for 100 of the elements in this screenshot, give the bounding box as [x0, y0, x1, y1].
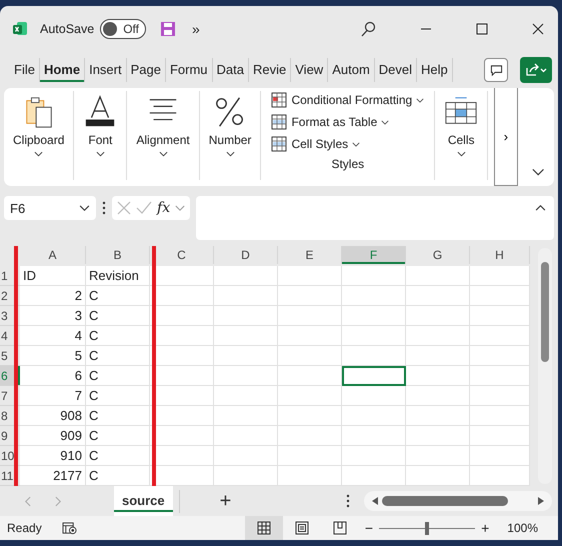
table-cell: [470, 406, 530, 426]
table-cell: [150, 366, 214, 386]
ribbon-tab[interactable]: Insert: [85, 58, 127, 82]
sheet-tab[interactable]: source: [114, 486, 173, 516]
formula-input[interactable]: [196, 196, 554, 240]
chevron-down-icon[interactable]: [175, 204, 186, 212]
table-cell: [342, 406, 406, 426]
close-icon[interactable]: [532, 23, 544, 35]
horizontal-scrollbar[interactable]: [364, 491, 552, 511]
scroll-right-icon[interactable]: [538, 497, 544, 505]
table-cell: [406, 466, 470, 486]
cells-button[interactable]: Cells: [438, 95, 484, 176]
normal-view-button[interactable]: [244, 516, 283, 540]
table-cell: [342, 426, 406, 446]
zoom-level[interactable]: 100%: [507, 521, 538, 535]
name-box[interactable]: F6: [4, 196, 96, 220]
table-cell: [214, 446, 278, 466]
ribbon-group-button[interactable]: Alignment: [130, 95, 196, 176]
autosave-toggle[interactable]: Off: [100, 19, 146, 39]
style-menu-button[interactable]: Cell Styles: [269, 135, 362, 153]
table-grid-icon: [271, 136, 288, 152]
ribbon-tab[interactable]: Revie: [249, 58, 292, 82]
table-cell: ID: [20, 266, 86, 286]
table-cell: [150, 386, 214, 406]
page-icon: [294, 521, 309, 535]
ribbon-tab[interactable]: Help: [417, 58, 453, 82]
accessibility-icon[interactable]: [62, 522, 77, 534]
collapse-icon[interactable]: [535, 204, 546, 211]
insert-function-button[interactable]: fx: [157, 200, 170, 216]
table-cell: [214, 326, 278, 346]
chevron-down-icon: [352, 142, 360, 146]
overflow-button[interactable]: »: [192, 21, 200, 37]
table-cell: [278, 386, 342, 406]
table-cell: C: [86, 466, 150, 486]
table-cell: [470, 386, 530, 406]
ribbon-tab[interactable]: Home: [40, 58, 86, 82]
maximize-icon[interactable]: [476, 23, 488, 35]
table-cell: 910: [20, 446, 86, 466]
table-cell: [214, 406, 278, 426]
table-cell: [214, 266, 278, 286]
style-menu-button[interactable]: Format as Table: [269, 113, 392, 131]
autosave-label: AutoSave: [40, 22, 94, 36]
ribbon-tab[interactable]: Data: [212, 58, 249, 82]
more-groups-button[interactable]: ›: [494, 88, 518, 186]
ribbon-group-button[interactable]: Number: [202, 95, 258, 176]
table-cell: [278, 426, 342, 446]
table-cell: 7: [20, 386, 86, 406]
table-cell: 4: [20, 326, 86, 346]
zoom-in-button[interactable]: +: [481, 520, 490, 536]
more-options-icon[interactable]: [102, 201, 106, 215]
search-icon[interactable]: [360, 21, 376, 37]
table-cell: C: [86, 366, 150, 386]
table-cell: [214, 426, 278, 446]
table-cell: [278, 466, 342, 486]
table-cell: [470, 306, 530, 326]
table-cell: 3: [20, 306, 86, 326]
active-cell: [342, 366, 406, 386]
table-cell: [150, 466, 214, 486]
ribbon-tab[interactable]: Page: [126, 58, 166, 82]
grid-icon: [256, 521, 271, 535]
chevron-down-icon: [381, 120, 390, 124]
zoom-out-button[interactable]: −: [364, 520, 374, 536]
table-cell: 909: [20, 426, 86, 446]
table-cell: [406, 366, 470, 386]
ribbon-tab[interactable]: File: [10, 58, 40, 82]
ribbon-tab[interactable]: Autom: [328, 58, 375, 82]
more-options-icon[interactable]: [346, 494, 350, 508]
table-cell: [470, 346, 530, 366]
table-cell: [406, 326, 470, 346]
table-cell: [150, 266, 214, 286]
table-cell: [278, 366, 342, 386]
ribbon-tab[interactable]: View: [291, 58, 328, 82]
ribbon-group-button[interactable]: Font: [77, 95, 124, 176]
share-button[interactable]: [520, 57, 552, 83]
table-cell: [214, 286, 278, 306]
table-cell: [406, 426, 470, 446]
table-cell: C: [86, 426, 150, 446]
ribbon-tab[interactable]: Devel: [374, 58, 418, 82]
table-cell: C: [86, 446, 150, 466]
add-sheet-button[interactable]: +: [178, 490, 232, 512]
ribbon-group-button[interactable]: Clipboard: [7, 95, 70, 176]
save-icon[interactable]: [160, 21, 176, 37]
style-menu-button[interactable]: Conditional Formatting: [269, 91, 426, 109]
ribbon-tab[interactable]: Formu: [166, 58, 213, 82]
comments-button[interactable]: [484, 58, 508, 82]
table-cell: C: [86, 306, 150, 326]
expand-ribbon-icon[interactable]: [532, 168, 544, 176]
table-grid-icon: [271, 114, 288, 130]
chevron-down-icon: [226, 151, 235, 157]
table-cell: [470, 446, 530, 466]
vertical-scrollbar[interactable]: [538, 248, 552, 484]
table-cell: [150, 406, 214, 426]
group-label: Styles: [331, 157, 364, 171]
table-cell: [278, 286, 342, 306]
scroll-left-icon[interactable]: [372, 497, 378, 505]
table-cell: [150, 346, 214, 366]
check-icon[interactable]: [136, 201, 152, 215]
table-cell: 908: [20, 406, 86, 426]
table-cell: [150, 286, 214, 306]
table-cell: [470, 266, 530, 286]
